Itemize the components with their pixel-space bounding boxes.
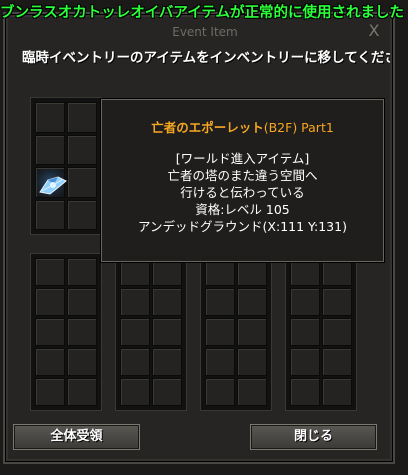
- inventory-slot[interactable]: [237, 258, 267, 286]
- inventory-slot[interactable]: [322, 288, 352, 316]
- inventory-slot[interactable]: [290, 288, 320, 316]
- inventory-slot[interactable]: [67, 199, 97, 230]
- inventory-slot[interactable]: [120, 378, 150, 406]
- inventory-slot[interactable]: [152, 288, 182, 316]
- inventory-slot[interactable]: [290, 378, 320, 406]
- inventory-slot[interactable]: [205, 258, 235, 286]
- inventory-slot[interactable]: [237, 318, 267, 346]
- tooltip-requirement: 資格:レベル 105: [195, 202, 290, 217]
- item-tooltip: 亡者のエポーレット(B2F) Part1 [ワールド進入アイテム] 亡者の塔のま…: [101, 99, 384, 262]
- inventory-slot[interactable]: [67, 167, 97, 198]
- close-button[interactable]: 閉じる: [250, 424, 377, 450]
- inventory-slot[interactable]: [67, 288, 97, 316]
- inventory-grid-bottom-2: [115, 253, 187, 411]
- inventory-slot[interactable]: [205, 288, 235, 316]
- inventory-slot[interactable]: [35, 378, 65, 406]
- inventory-grid-bottom-1: [30, 253, 102, 411]
- inventory-slot[interactable]: [322, 258, 352, 286]
- inventory-slot[interactable]: [237, 348, 267, 376]
- system-message: ブンラスオカトッレオイバアイテムが正常的に使用されました: [0, 5, 404, 21]
- inventory-slot[interactable]: [152, 378, 182, 406]
- inventory-slot[interactable]: [35, 288, 65, 316]
- inventory-slot[interactable]: [67, 102, 97, 133]
- tooltip-description-1: 亡者の塔のまた違う空間へ: [167, 168, 318, 183]
- inventory-slot[interactable]: [120, 318, 150, 346]
- inventory-slot[interactable]: [152, 258, 182, 286]
- inventory-slot[interactable]: [290, 318, 320, 346]
- tooltip-item-suffix: (B2F) Part1: [263, 120, 334, 135]
- tooltip-location: アンデッドグラウンド(X:111 Y:131): [138, 219, 347, 234]
- inventory-slot[interactable]: [205, 318, 235, 346]
- receive-all-button[interactable]: 全体受領: [13, 424, 140, 450]
- inventory-slot[interactable]: [237, 378, 267, 406]
- window-title: Event Item: [172, 25, 238, 39]
- inventory-slot-occupied[interactable]: [35, 167, 67, 198]
- inventory-grid-bottom-3: [200, 253, 272, 411]
- inventory-slot[interactable]: [120, 348, 150, 376]
- inventory-grid-top: [30, 97, 102, 235]
- inventory-slot[interactable]: [35, 258, 65, 286]
- inventory-slot[interactable]: [152, 348, 182, 376]
- inventory-slot[interactable]: [67, 318, 97, 346]
- inventory-slot[interactable]: [290, 348, 320, 376]
- inventory-slot[interactable]: [322, 378, 352, 406]
- inventory-slot[interactable]: [35, 199, 65, 230]
- inventory-slot[interactable]: [35, 102, 65, 133]
- inventory-slot[interactable]: [67, 258, 97, 286]
- inventory-slot[interactable]: [152, 318, 182, 346]
- inventory-slot[interactable]: [67, 348, 97, 376]
- inventory-slot[interactable]: [35, 348, 65, 376]
- inventory-slot[interactable]: [35, 318, 65, 346]
- tooltip-item-name: 亡者のエポーレット(B2F) Part1: [102, 119, 383, 136]
- tooltip-description-2: 行けると伝わっている: [180, 185, 305, 200]
- inventory-slot[interactable]: [237, 288, 267, 316]
- inventory-slot[interactable]: [322, 348, 352, 376]
- inventory-slot[interactable]: [205, 348, 235, 376]
- tooltip-category: [ワールド進入アイテム]: [175, 151, 310, 166]
- inventory-grid-bottom-4: [285, 253, 357, 411]
- instruction-text: 臨時イベントリーのアイテムをインベントリーに移してください: [22, 50, 390, 66]
- inventory-slot[interactable]: [290, 258, 320, 286]
- inventory-slot[interactable]: [205, 378, 235, 406]
- inventory-slot[interactable]: [120, 258, 150, 286]
- inventory-slot[interactable]: [120, 288, 150, 316]
- tooltip-item-name-text: 亡者のエポーレット: [151, 120, 264, 135]
- inventory-slot[interactable]: [67, 378, 97, 406]
- inventory-slot[interactable]: [35, 134, 65, 165]
- epaulet-item-icon: [39, 176, 67, 195]
- inventory-slot[interactable]: [67, 134, 97, 165]
- inventory-slot[interactable]: [322, 318, 352, 346]
